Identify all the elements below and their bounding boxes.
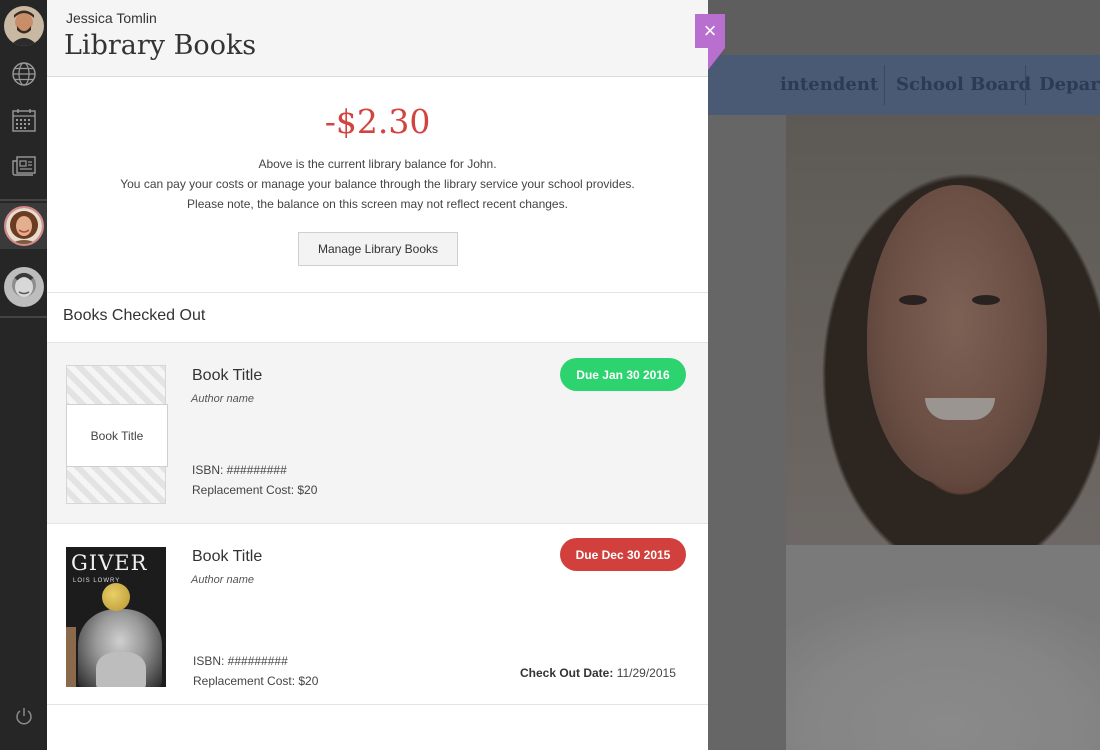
background-photo-face	[867, 185, 1047, 485]
sidebar-item-calendar[interactable]	[0, 97, 47, 143]
book-cover-label: Book Title	[66, 404, 168, 467]
avatar	[3, 206, 44, 246]
background-photo-smile	[925, 398, 995, 420]
sidebar-item-profile[interactable]	[0, 3, 47, 49]
sidebar-item-globe[interactable]	[0, 51, 47, 97]
book-title: Book Title	[192, 367, 263, 384]
balance-line: You can pay your costs or manage your ba…	[120, 177, 635, 191]
checkout-date: Check Out Date: 11/29/2015	[520, 666, 676, 680]
book-details: ISBN: ######### Replacement Cost: $20	[193, 651, 318, 691]
background-photo-eye	[972, 295, 1000, 305]
sidebar-item-student-male[interactable]	[0, 264, 47, 310]
book-list-item[interactable]: Book Title Book Title Author name ISBN: …	[47, 343, 708, 523]
power-icon	[15, 708, 32, 725]
sidebar-divider	[0, 316, 47, 318]
close-button[interactable]: ×	[695, 14, 725, 48]
due-date-badge: Due Jan 30 2016	[560, 358, 686, 391]
book-details: ISBN: ######### Replacement Cost: $20	[192, 460, 317, 500]
book-list-item[interactable]: GIVER LOIS LOWRY Book Title Author name …	[47, 524, 708, 704]
cover-author: LOIS LOWRY	[73, 578, 121, 584]
background-photo-eye	[899, 295, 927, 305]
sidebar-item-student-female[interactable]	[0, 203, 47, 249]
bg-nav-separator	[884, 65, 885, 105]
user-name: Jessica Tomlin	[66, 10, 157, 26]
balance-section: -$2.30 Above is the current library bala…	[47, 78, 708, 292]
book-cover-placeholder: Book Title	[66, 365, 168, 504]
balance-line: Above is the current library balance for…	[258, 157, 497, 171]
balance-amount: -$2.30	[324, 102, 431, 141]
book-cover-image: GIVER LOIS LOWRY	[66, 547, 166, 687]
news-icon	[11, 156, 36, 176]
app-sidebar	[0, 0, 47, 750]
award-medal-icon	[102, 583, 130, 611]
book-isbn: ISBN: #########	[193, 654, 288, 668]
bg-nav-item-departments: Depart	[1039, 74, 1100, 95]
panel-header: Jessica Tomlin Library Books	[47, 0, 708, 77]
bg-nav-separator	[1025, 65, 1026, 105]
avatar	[3, 6, 44, 46]
avatar	[3, 267, 44, 307]
row-divider	[47, 704, 708, 705]
book-replacement-cost: Replacement Cost: $20	[192, 483, 318, 497]
section-title-books-checked-out: Books Checked Out	[63, 307, 206, 324]
sidebar-item-power[interactable]	[0, 693, 47, 739]
calendar-icon	[11, 109, 36, 132]
bg-nav-item-superintendent: intendent	[780, 74, 879, 95]
checkout-date-label: Check Out Date:	[520, 666, 614, 680]
manage-library-books-button[interactable]: Manage Library Books	[298, 232, 458, 266]
book-replacement-cost: Replacement Cost: $20	[193, 674, 319, 688]
cover-title: GIVER	[71, 551, 148, 575]
page-title: Library Books	[64, 30, 257, 61]
cover-edge	[66, 627, 76, 687]
sidebar-divider	[0, 199, 47, 201]
library-books-panel: Jessica Tomlin Library Books -$2.30 Abov…	[47, 0, 708, 750]
section-divider	[47, 292, 708, 293]
background-photo-shirt	[786, 545, 1100, 750]
balance-description: Above is the current library balance for…	[47, 154, 708, 214]
book-title: Book Title	[192, 548, 263, 565]
book-author: Author name	[191, 574, 254, 586]
balance-line: Please note, the balance on this screen …	[187, 197, 568, 211]
due-date-badge: Due Dec 30 2015	[560, 538, 686, 571]
sidebar-item-news[interactable]	[0, 143, 47, 189]
bg-nav-item-school-board: School Board	[896, 74, 1032, 95]
book-isbn: ISBN: #########	[192, 463, 287, 477]
globe-icon	[11, 62, 36, 86]
cover-beard	[96, 652, 146, 687]
close-button-tab	[708, 48, 725, 70]
book-author: Author name	[191, 393, 254, 405]
checkout-date-value: 11/29/2015	[616, 666, 676, 680]
close-icon: ×	[703, 18, 717, 43]
